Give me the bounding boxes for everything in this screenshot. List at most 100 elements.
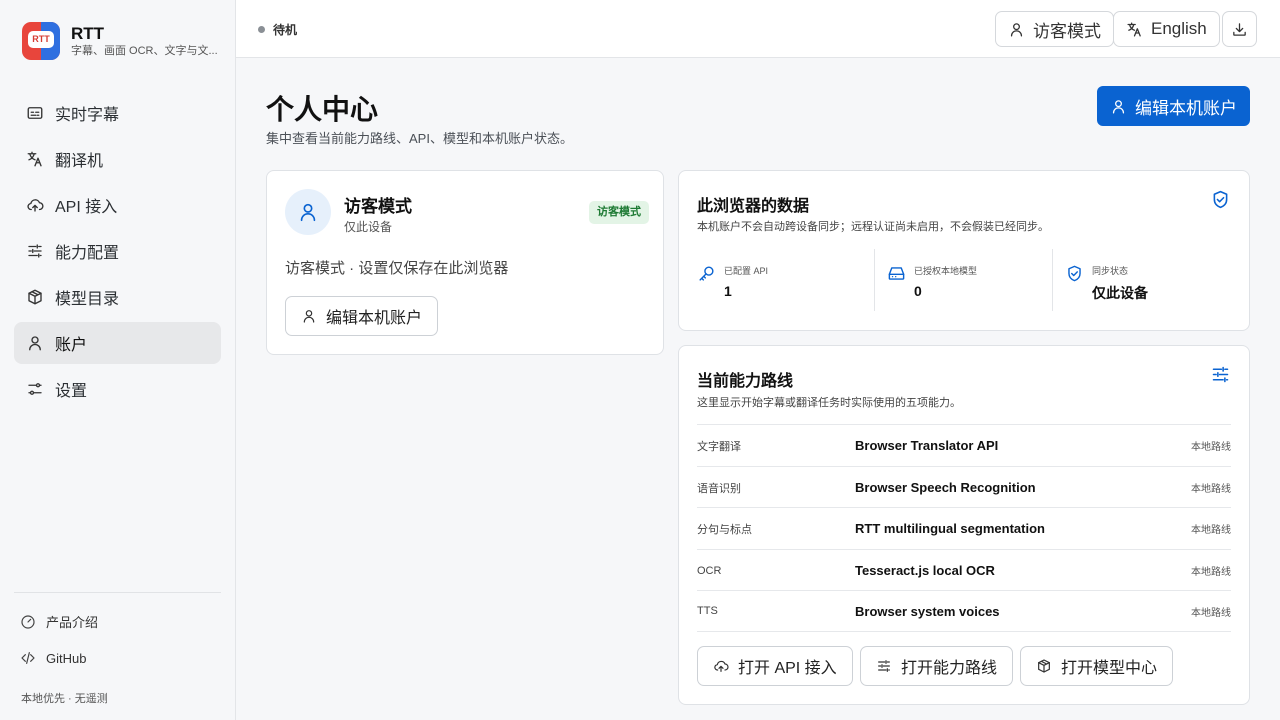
route-tag: 本地路线	[1191, 525, 1231, 536]
sliders-icon	[878, 660, 890, 672]
open-models-label: 打开模型中心	[1061, 660, 1158, 677]
sidebar-item-label: 能力配置	[55, 245, 120, 262]
download-icon	[1233, 22, 1246, 36]
sliders-icon	[1212, 366, 1229, 383]
route-capability: 分句与标点	[697, 523, 752, 536]
route-capability: TTS	[697, 605, 718, 617]
stat-label: 已配置 API	[724, 266, 769, 276]
account-name: 访客模式	[344, 197, 412, 216]
drive-icon	[888, 267, 905, 280]
footer-note: 本地优先 · 无遥测	[21, 693, 108, 705]
brand[interactable]: RTT RTT 字幕、画面 OCR、文字与文...	[22, 22, 218, 60]
route-tag: 本地路线	[1191, 484, 1231, 495]
route-name: RTT multilingual segmentation	[855, 521, 1045, 536]
sidebar-item-label: 实时字幕	[55, 107, 120, 124]
sidebar-item-label: 模型目录	[55, 291, 120, 308]
sidebar-item-label: 设置	[55, 383, 88, 400]
edit-local-account-button[interactable]: 编辑本机账户	[1097, 86, 1250, 126]
github-label: GitHub	[46, 650, 87, 666]
sidebar-item-live-subtitles[interactable]: 实时字幕	[14, 92, 221, 134]
stat-configured-api: 已配置 API 1	[697, 249, 768, 311]
open-api-button[interactable]: 打开 API 接入	[697, 646, 853, 686]
account-description: 访客模式 · 设置仅保存在此浏览器	[285, 260, 509, 277]
card-title: 当前能力路线	[697, 373, 794, 390]
card-title: 此浏览器的数据	[697, 198, 810, 215]
open-routes-button[interactable]: 打开能力路线	[860, 646, 1014, 686]
avatar	[285, 189, 331, 235]
stat-local-models: 已授权本地模型 0	[887, 249, 977, 311]
route-row: TTS Browser system voices 本地路线	[697, 590, 1231, 632]
account-device: 仅此设备	[344, 220, 393, 234]
route-row: 语音识别 Browser Speech Recognition 本地路线	[697, 466, 1231, 508]
status-badge: 访客模式	[589, 201, 649, 224]
guest-mode-label: 访客模式	[1033, 21, 1101, 41]
stat-value: 仅此设备	[1092, 285, 1148, 301]
route-row: 文字翻译 Browser Translator API 本地路线	[697, 424, 1231, 466]
route-capability: OCR	[697, 564, 722, 577]
route-tag: 本地路线	[1191, 607, 1231, 619]
translate-icon	[27, 151, 42, 167]
route-capability: 文字翻译	[697, 440, 741, 453]
topbar: 待机 访客模式 English	[236, 0, 1280, 58]
subtitles-icon	[27, 107, 43, 119]
sidebar-item-settings[interactable]: 设置	[14, 368, 221, 410]
page-title: 个人中心	[266, 94, 379, 125]
user-icon	[300, 203, 316, 222]
route-name: Browser Translator API	[855, 438, 999, 453]
stat-sync-status: 同步状态 仅此设备	[1065, 249, 1148, 311]
github-link[interactable]: GitHub	[20, 650, 86, 666]
app-subtitle: 字幕、画面 OCR、文字与文...	[71, 45, 218, 57]
open-models-button[interactable]: 打开模型中心	[1020, 646, 1174, 686]
card-subtitle: 这里显示开始字幕或翻译任务时实际使用的五项能力。	[697, 397, 961, 409]
sidebar-item-label: API 接入	[55, 199, 118, 216]
language-button[interactable]: English	[1113, 11, 1220, 47]
sidebar-item-capabilities[interactable]: 能力配置	[14, 230, 221, 272]
page-subtitle: 集中查看当前能力路线、API、模型和本机账户状态。	[266, 131, 573, 146]
card-subtitle: 本机账户不会自动跨设备同步；远程认证尚未启用，不会假装已经同步。	[697, 221, 1049, 233]
route-tag: 本地路线	[1191, 567, 1231, 578]
route-capability: 语音识别	[697, 482, 741, 495]
sidebar-divider	[14, 592, 221, 593]
box-icon	[28, 289, 42, 305]
app-logo: RTT	[22, 22, 60, 60]
product-intro-label: 产品介绍	[46, 615, 99, 630]
user-icon	[29, 336, 41, 351]
route-name: Tesseract.js local OCR	[855, 563, 995, 578]
gauge-icon	[21, 614, 35, 629]
language-label: English	[1151, 19, 1207, 38]
sidebar-item-account[interactable]: 账户	[14, 322, 221, 364]
sidebar-item-label: 账户	[55, 337, 88, 354]
code-icon	[21, 652, 35, 664]
key-icon	[699, 266, 714, 281]
user-icon	[1112, 99, 1125, 114]
download-button[interactable]	[1222, 11, 1257, 47]
route-row: OCR Tesseract.js local OCR 本地路线	[697, 549, 1231, 591]
stat-label: 同步状态	[1092, 266, 1129, 276]
route-name: Browser system voices	[855, 603, 1000, 619]
browser-data-card: 此浏览器的数据 本机账户不会自动跨设备同步；远程认证尚未启用，不会假装已经同步。…	[678, 170, 1250, 331]
stat-divider	[1052, 249, 1053, 311]
sidebar-item-api[interactable]: API 接入	[14, 184, 221, 226]
stat-label: 已授权本地模型	[914, 266, 978, 276]
capability-routes-card: 当前能力路线 这里显示开始字幕或翻译任务时实际使用的五项能力。 文字翻译 Bro…	[678, 345, 1250, 705]
stat-value: 1	[724, 283, 732, 299]
user-icon	[303, 310, 315, 323]
guest-mode-button[interactable]: 访客模式	[995, 11, 1114, 47]
sidebar: RTT RTT 字幕、画面 OCR、文字与文... 实时字幕 翻译机 API 接…	[0, 0, 236, 720]
route-tag: 本地路线	[1191, 442, 1231, 453]
sidebar-item-models[interactable]: 模型目录	[14, 276, 221, 318]
edit-account-label: 编辑本机账户	[326, 310, 423, 327]
app-name: RTT	[71, 24, 105, 43]
status-dot	[258, 26, 265, 33]
cloud-upload-icon	[27, 199, 44, 212]
user-icon	[1010, 22, 1023, 37]
product-intro-link[interactable]: 产品介绍	[20, 612, 98, 631]
stat-divider	[874, 249, 875, 311]
edit-local-account-label: 编辑本机账户	[1135, 98, 1237, 118]
status-text: 待机	[273, 23, 298, 37]
sidebar-nav: 实时字幕 翻译机 API 接入 能力配置 模型目录 账户 设置	[14, 92, 221, 414]
edit-account-button[interactable]: 编辑本机账户	[285, 296, 439, 336]
box-icon	[1038, 659, 1050, 673]
sidebar-item-translator[interactable]: 翻译机	[14, 138, 221, 180]
sidebar-item-label: 翻译机	[55, 153, 104, 170]
